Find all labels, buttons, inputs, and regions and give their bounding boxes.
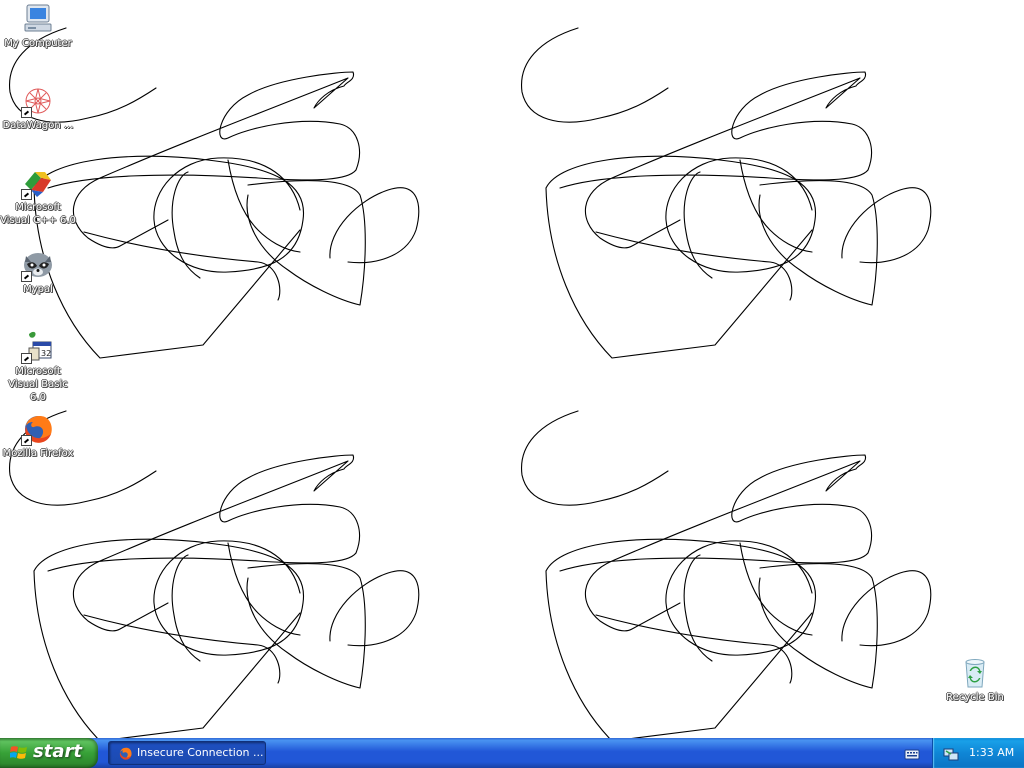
desktop-icon-label: Microsoft Visual C++ 6.0 (0, 202, 76, 226)
desktop: My Computer DataWagon ... Microsoft Visu… (0, 0, 1024, 738)
desktop-icon-label: Mozilla Firefox (2, 448, 74, 459)
visual-basic-icon: 32 (21, 330, 55, 364)
recycle-bin-icon (958, 656, 992, 690)
desktop-icon-firefox[interactable]: Mozilla Firefox (0, 412, 76, 460)
system-tray: 1:33 AM (932, 738, 1024, 768)
clock[interactable]: 1:33 AM (969, 746, 1014, 759)
svg-text:32: 32 (41, 349, 51, 358)
desktop-icon-label: Mypal (23, 284, 53, 295)
desktop-icon-label: Microsoft Visual Basic 6.0 (8, 366, 68, 403)
scribble-bottom-right (520, 410, 932, 738)
taskbar-button-label: Insecure Connection ... (137, 746, 264, 759)
start-label: start (33, 741, 82, 762)
visual-cpp-icon (21, 166, 55, 200)
firefox-icon (21, 412, 55, 446)
network-icon[interactable] (943, 746, 959, 761)
shortcut-arrow-icon (21, 189, 32, 200)
my-computer-icon (21, 2, 55, 36)
shortcut-arrow-icon (21, 435, 32, 446)
desktop-icon-visual-cpp[interactable]: Microsoft Visual C++ 6.0 (0, 166, 76, 227)
desktop-icon-label: My Computer (4, 38, 72, 49)
desktop-icon-my-computer[interactable]: My Computer (0, 2, 76, 50)
desktop-icon-label: DataWagon ... (2, 120, 74, 131)
shortcut-arrow-icon (21, 271, 32, 282)
start-button[interactable]: start (0, 738, 98, 768)
shortcut-arrow-icon (21, 353, 32, 364)
keyboard-icon[interactable] (904, 746, 920, 760)
taskbar-button-firefox[interactable]: Insecure Connection ... (108, 741, 266, 765)
shortcut-arrow-icon (21, 107, 32, 118)
scribble-top-right (520, 27, 932, 359)
scribble-drawings (8, 27, 932, 738)
firefox-icon (118, 746, 133, 761)
scribble-bottom-left (8, 410, 420, 738)
desktop-icon-datawagon[interactable]: DataWagon ... (0, 84, 76, 132)
mypal-raccoon-icon (21, 248, 55, 282)
windows-logo-icon (9, 745, 28, 761)
datawagon-icon (21, 84, 55, 118)
desktop-icon-label: Recycle Bin (946, 692, 1004, 703)
desktop-icon-recycle-bin[interactable]: Recycle Bin (937, 656, 1013, 704)
desktop-icon-visual-basic[interactable]: 32 Microsoft Visual Basic 6.0 (0, 330, 76, 404)
taskbar: start Insecure Connection ... 1:33 AM (0, 738, 1024, 768)
desktop-icon-mypal[interactable]: Mypal (0, 248, 76, 296)
